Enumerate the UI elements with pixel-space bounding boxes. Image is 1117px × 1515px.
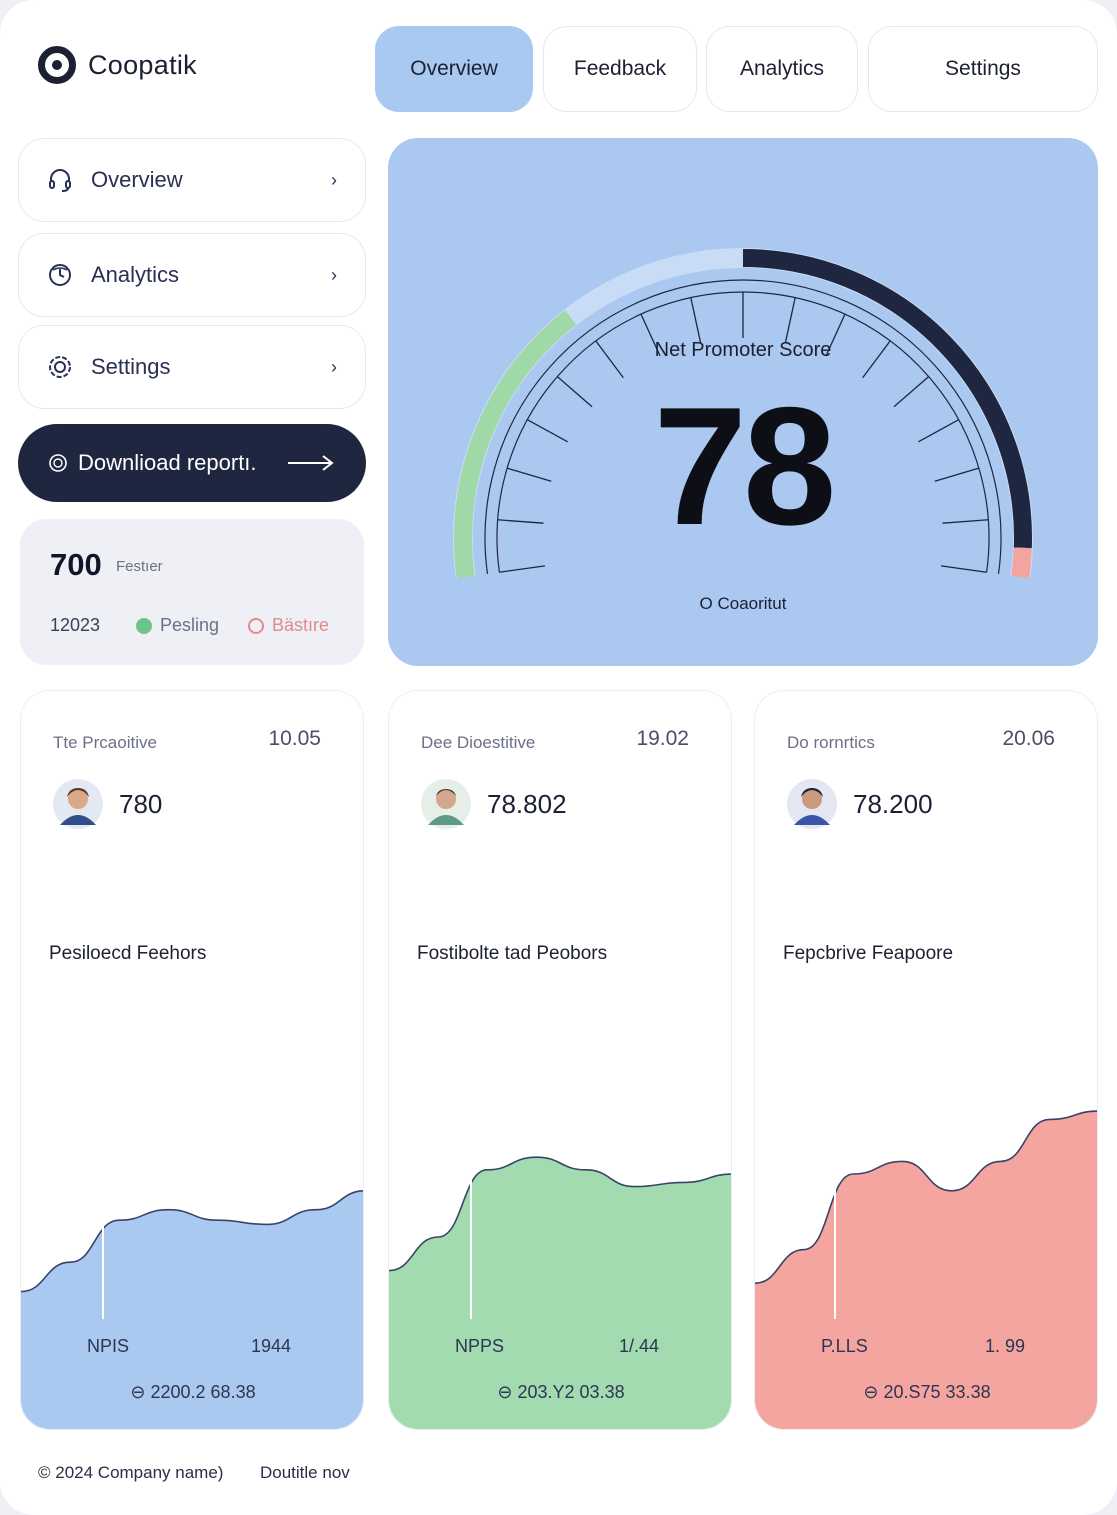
metric-card-1: Tte Prcaoitive 10.05 780 Pesiloecd Feeho… xyxy=(20,690,364,1430)
metric-foot-label: NPIS xyxy=(87,1336,130,1356)
summary-card: 700 Festıer 12023 Pesling Bästıre xyxy=(20,519,364,665)
gear-icon xyxy=(49,356,71,378)
metric-subtitle: Fepcbrive Feapoore xyxy=(783,943,954,964)
gauge-footer: O Coaoritut xyxy=(699,594,787,613)
tab-overview[interactable]: Overview xyxy=(375,26,533,112)
chevron-right-icon: › xyxy=(331,264,337,285)
metric-foot-label: P.LLS xyxy=(821,1336,868,1356)
logo-icon xyxy=(38,46,76,84)
metric-area-chart xyxy=(755,1061,1097,1429)
sidebar-item-label: Settings xyxy=(91,354,171,379)
metric-card-3: Do rornrtics 20.06 78.200 Fepcbrive Feap… xyxy=(754,690,1098,1430)
sidebar-item-overview[interactable]: Overview › xyxy=(18,138,366,222)
metric-title: Do rornrtics xyxy=(787,733,875,752)
gauge-tick xyxy=(499,565,546,573)
metric-value: 780 xyxy=(119,789,163,819)
footer-link[interactable]: Doutitle nov xyxy=(260,1463,350,1483)
legend-negative: Bästıre xyxy=(248,615,329,636)
dashboard-page: Coopatik Overview Feedback Analytics Set… xyxy=(0,0,1117,1515)
metric-value: 78.200 xyxy=(853,789,933,819)
gauge-segment-high xyxy=(1011,547,1032,579)
chevron-right-icon: › xyxy=(331,169,337,190)
summary-year: 12023 xyxy=(50,615,101,635)
alert-circle-icon xyxy=(248,617,264,634)
summary-tag: Festıer xyxy=(116,558,163,575)
metric-area-chart xyxy=(21,1021,363,1429)
download-icon xyxy=(49,454,67,472)
metric-foot-value: 1944 xyxy=(251,1336,292,1356)
sidebar-item-label: Analytics xyxy=(91,262,180,287)
sidebar-item-settings[interactable]: Settings › xyxy=(18,325,366,409)
legend-negative-label: Bästıre xyxy=(272,615,330,635)
gauge-tick xyxy=(940,565,987,573)
metric-foot-label: NPPS xyxy=(455,1336,505,1356)
metric-title: Tte Prcaoitive xyxy=(53,733,157,752)
tab-settings[interactable]: Settings xyxy=(868,26,1098,112)
metric-number: 10.05 xyxy=(268,727,321,750)
nps-gauge-panel: Net Promoter Score 78 O Coaoritut xyxy=(388,138,1098,666)
metric-foot-value: 1/.44 xyxy=(619,1336,660,1356)
headset-icon xyxy=(49,169,71,192)
brand-logo[interactable]: Coopatik xyxy=(38,46,197,84)
gauge-tick xyxy=(690,297,702,343)
gauge-tick xyxy=(784,297,796,343)
metric-number: 20.06 xyxy=(1002,727,1055,750)
nps-score: 78 xyxy=(653,372,837,560)
metric-title: Dee Dioestitive xyxy=(421,733,536,752)
metric-value: 78.802 xyxy=(487,789,567,819)
metric-subtitle: Pesiloecd Feehors xyxy=(49,943,207,964)
summary-value: 700 xyxy=(50,547,102,582)
metric-area-chart xyxy=(389,1041,731,1429)
legend-positive-label: Pesling xyxy=(160,615,220,635)
app-name: Coopatik xyxy=(88,49,197,80)
avatar xyxy=(53,779,103,829)
download-report-label: Downlioad reportı. xyxy=(78,450,257,475)
metric-foot-value: 1. 99 xyxy=(985,1336,1026,1356)
metric-card-2: Dee Dioestitive 19.02 78.802 Fostibolte … xyxy=(388,690,732,1430)
download-report-button[interactable]: Downlioad reportı. xyxy=(18,424,366,502)
check-circle-icon xyxy=(136,617,152,634)
tab-feedback[interactable]: Feedback xyxy=(543,26,697,112)
metric-foot-center: ⊖ 2200.2 68.38 xyxy=(130,1382,256,1402)
tab-analytics[interactable]: Analytics xyxy=(706,26,858,112)
chevron-right-icon: › xyxy=(331,356,337,377)
clock-icon xyxy=(49,264,71,286)
metric-foot-center: ⊖ 20.S75 33.38 xyxy=(863,1382,991,1402)
metric-foot-center: ⊖ 203.Y2 03.38 xyxy=(497,1382,625,1402)
legend-positive: Pesling xyxy=(136,615,219,636)
arrow-right-icon xyxy=(288,455,334,471)
avatar xyxy=(421,779,471,829)
avatar xyxy=(787,779,837,829)
sidebar-item-analytics[interactable]: Analytics › xyxy=(18,233,366,317)
metric-subtitle: Fostibolte tad Peobors xyxy=(417,943,608,964)
sidebar-item-label: Overview xyxy=(91,167,183,192)
footer-copyright: © 2024 Company name) xyxy=(38,1463,224,1482)
metric-number: 19.02 xyxy=(636,727,689,750)
gauge-title: Net Promoter Score xyxy=(654,339,832,361)
